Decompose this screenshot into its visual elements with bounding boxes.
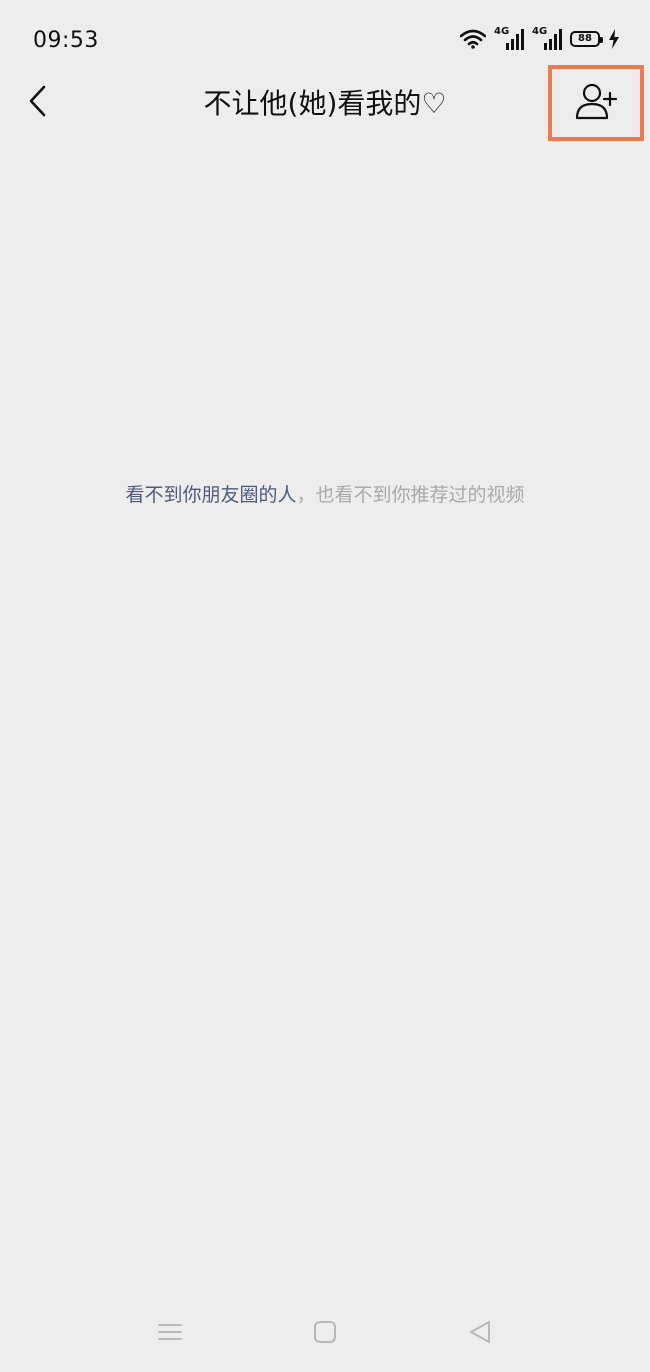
- add-user-button[interactable]: [548, 65, 644, 141]
- menu-icon: [158, 1322, 182, 1346]
- triangle-back-icon: [468, 1320, 492, 1348]
- home-button[interactable]: [307, 1320, 343, 1348]
- battery-icon: 88: [570, 31, 603, 47]
- battery-level: 88: [578, 33, 592, 44]
- add-user-icon: [574, 81, 618, 125]
- hint-separator: ，: [296, 484, 316, 506]
- signal-icon-sim1: 4G: [494, 26, 524, 50]
- hint-rest: 也看不到你推荐过的视频: [315, 484, 525, 506]
- hint-highlight: 看不到你朋友圈的人: [125, 484, 297, 506]
- nav-back-button[interactable]: [462, 1320, 498, 1348]
- status-time: 09:53: [33, 28, 99, 53]
- menu-button[interactable]: [152, 1320, 188, 1348]
- system-nav-bar: [0, 1300, 650, 1372]
- empty-state-hint: 看不到你朋友圈的人，也看不到你推荐过的视频: [0, 480, 650, 507]
- status-icons: 4G 4G 88: [460, 26, 620, 50]
- nav-bar: 不让他(她)看我的♡: [0, 60, 650, 146]
- wifi-icon: [460, 29, 486, 49]
- charging-icon: [608, 29, 620, 49]
- signal-icon-sim2: 4G: [532, 26, 562, 50]
- home-icon: [313, 1320, 337, 1348]
